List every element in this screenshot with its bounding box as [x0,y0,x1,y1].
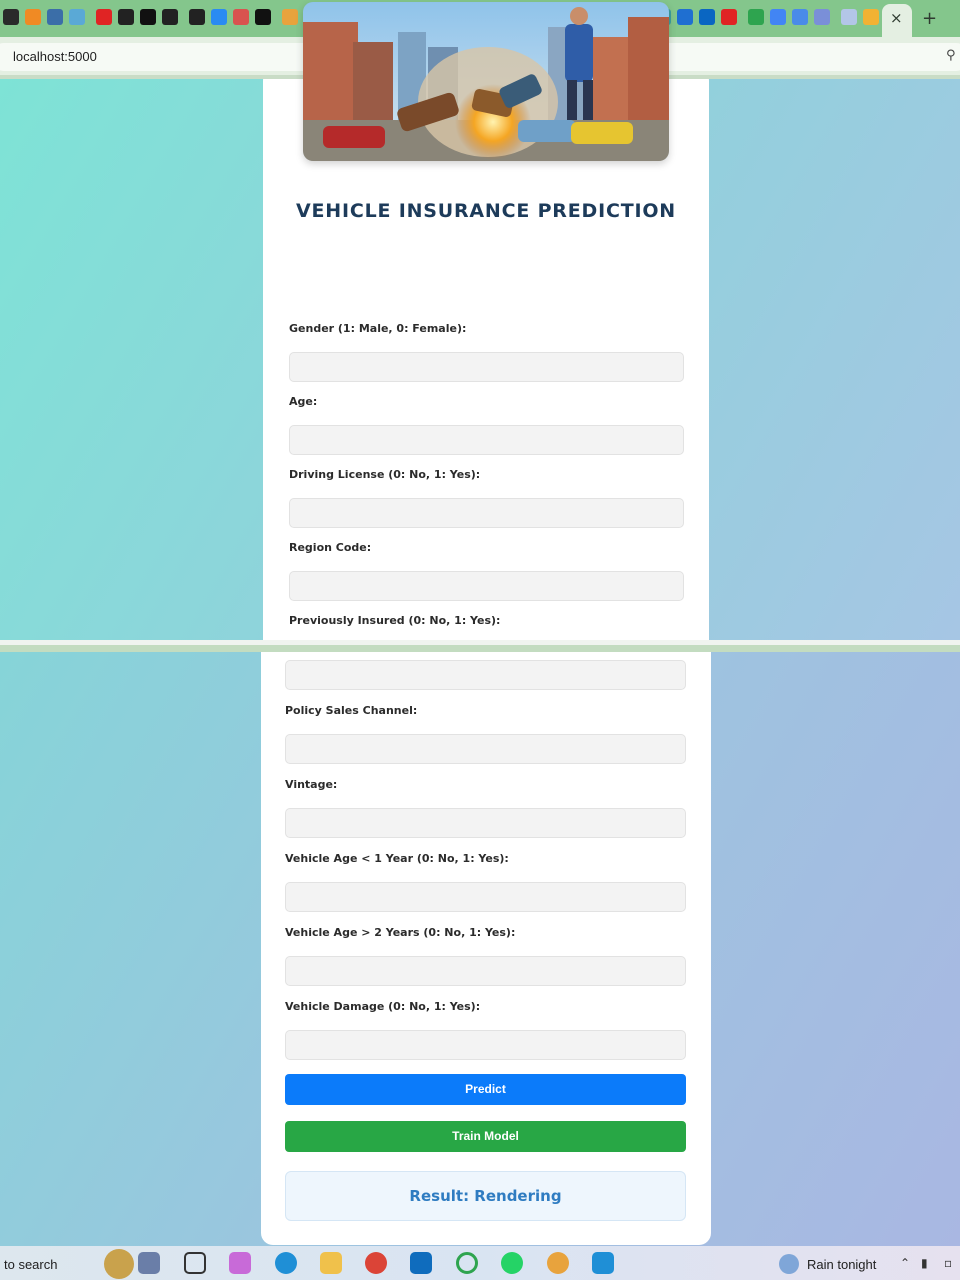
region-code-label: Region Code: [289,541,372,554]
vehicle-damage-input[interactable] [285,1030,686,1060]
previously-insured-label: Previously Insured (0: No, 1: Yes): [289,614,501,627]
copilot-icon[interactable] [229,1252,251,1274]
weather-icon[interactable] [779,1254,799,1274]
hero-illustration [303,2,669,161]
tab-close-icon[interactable]: × [890,9,903,27]
laptop-icon[interactable] [138,1252,160,1274]
chevron-up-icon[interactable]: ⌃ [900,1256,910,1270]
url-text[interactable]: localhost:5000 [13,49,97,64]
whatsapp-icon[interactable] [501,1252,523,1274]
driving-license-label: Driving License (0: No, 1: Yes): [289,468,481,481]
result-display: Result: Rendering [285,1171,686,1221]
age-input[interactable] [289,425,684,455]
display-icon[interactable]: ▫ [944,1256,952,1270]
policy-sales-channel-label: Policy Sales Channel: [285,704,418,717]
chrome-icon[interactable] [365,1252,387,1274]
task-view-icon[interactable] [184,1252,206,1274]
screenshot-divider [0,640,960,652]
widget-medal-icon[interactable] [104,1249,134,1279]
train-model-button[interactable]: Train Model [285,1121,686,1152]
battery-icon[interactable]: ▮ [921,1256,928,1270]
zoom-icon[interactable]: ⚲ [946,48,956,63]
vintage-input[interactable] [285,808,686,838]
predict-button[interactable]: Predict [285,1074,686,1105]
weather-text[interactable]: Rain tonight [807,1257,876,1272]
vscode-icon[interactable] [592,1252,614,1274]
new-tab-icon[interactable]: + [922,8,937,29]
edge-icon[interactable] [275,1252,297,1274]
region-code-input[interactable] [289,571,684,601]
chrome-profile-icon[interactable] [547,1252,569,1274]
vehicle-age-gt2-input[interactable] [285,956,686,986]
loading-app-icon[interactable] [456,1252,478,1274]
vehicle-age-gt2-label: Vehicle Age > 2 Years (0: No, 1: Yes): [285,926,516,939]
gender-input[interactable] [289,352,684,382]
page-title: VEHICLE INSURANCE PREDICTION [296,200,676,222]
gender-label: Gender (1: Male, 0: Female): [289,322,467,335]
vehicle-damage-label: Vehicle Damage (0: No, 1: Yes): [285,1000,481,1013]
previously-insured-input[interactable] [285,660,686,690]
vintage-label: Vintage: [285,778,338,791]
vehicle-age-lt1-input[interactable] [285,882,686,912]
taskbar-search[interactable]: to search [4,1257,57,1272]
vehicle-age-lt1-label: Vehicle Age < 1 Year (0: No, 1: Yes): [285,852,509,865]
outlook-icon[interactable] [410,1252,432,1274]
file-explorer-icon[interactable] [320,1252,342,1274]
policy-sales-channel-input[interactable] [285,734,686,764]
driving-license-input[interactable] [289,498,684,528]
age-label: Age: [289,395,318,408]
